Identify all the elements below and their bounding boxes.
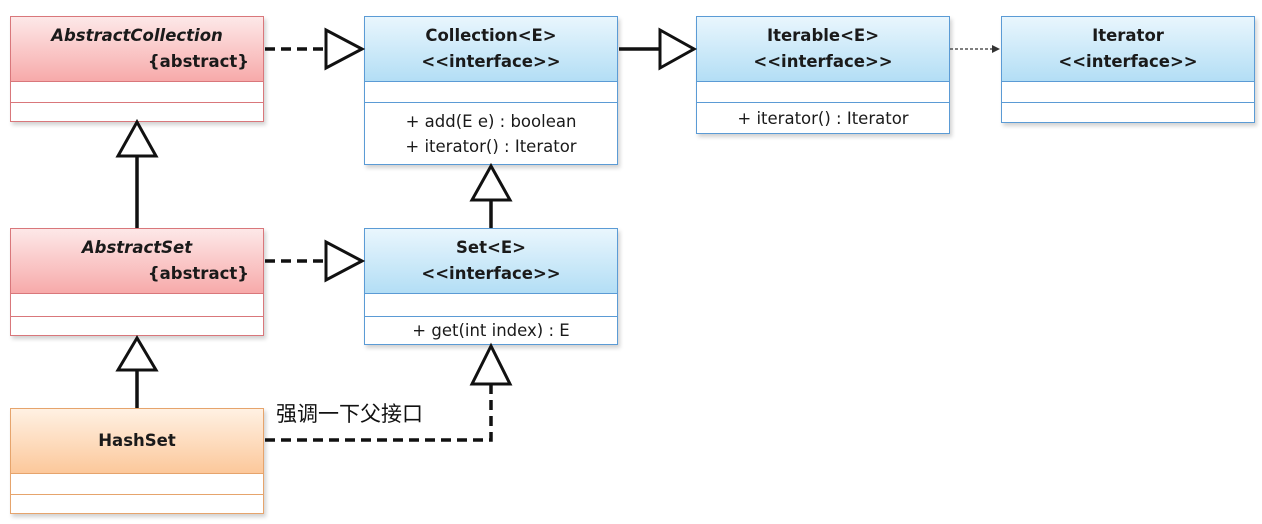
arrowhead-triangle: [324, 239, 366, 283]
relationship-connectors: [115, 27, 1000, 442]
arrowhead-triangle: [469, 162, 513, 202]
arrowhead-triangle: [658, 27, 698, 71]
arrowhead-triangle: [324, 27, 366, 71]
arrowhead-triangle: [115, 118, 159, 158]
arrowhead-triangle: [115, 335, 159, 372]
annotation-note: 强调一下父接口: [276, 402, 423, 426]
arrowhead-triangle: [469, 342, 513, 386]
